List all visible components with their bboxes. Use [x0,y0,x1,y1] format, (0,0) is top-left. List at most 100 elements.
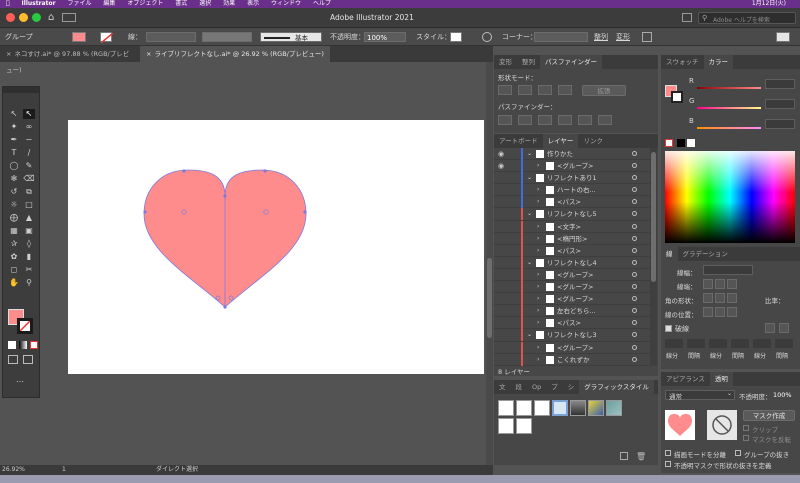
join-round-button[interactable] [715,293,725,303]
style-swatch-3[interactable] [534,400,550,416]
tab-opentype[interactable]: Op [527,380,546,394]
target-circle-icon[interactable] [632,320,637,326]
target-circle-icon[interactable] [632,271,637,277]
target-circle-icon[interactable] [632,211,637,217]
tab-layers[interactable]: レイヤー [542,134,579,148]
layer-row[interactable]: ⌄ リフレクトあり1 [494,172,650,185]
style-swatch-7[interactable] [606,400,622,416]
tab-close-icon[interactable]: × [146,50,151,58]
layer-row[interactable]: ◉ › <グループ> [494,160,650,173]
layer-name[interactable]: <文字> [557,221,581,233]
artboard-tool-icon[interactable]: ◻ [8,265,20,275]
intersect-button[interactable] [538,85,552,95]
gap-field-3[interactable] [775,339,793,348]
expand-chevron-icon[interactable]: › [537,269,539,281]
expand-chevron-icon[interactable]: › [537,245,539,257]
expand-chevron-icon[interactable]: › [537,342,539,354]
channel-g-field[interactable] [765,99,795,109]
layer-row[interactable]: ⌄ リフレクトなし4 [494,256,650,269]
invert-mask-checkbox[interactable] [743,435,749,441]
recolor-icon[interactable] [482,32,492,42]
menu-edit[interactable]: 編集 [103,0,115,7]
graph-tool-icon[interactable]: ▮ [23,252,35,262]
menu-type[interactable]: 書式 [175,0,187,7]
tab-properties[interactable]: プ [546,380,563,394]
cap-butt-button[interactable] [703,279,713,289]
stroke-weight-field[interactable] [146,32,196,42]
channel-r-field[interactable] [765,79,795,89]
minus-back-button[interactable] [598,115,612,125]
warp-tool-icon[interactable]: ☼ [8,200,20,210]
align-link[interactable]: 整列 [594,28,608,46]
expand-chevron-icon[interactable]: › [537,221,539,233]
perspective-tool-icon[interactable]: ▲ [23,213,35,223]
hand-tool-icon[interactable]: ✋ [8,278,20,288]
expand-chevron-icon[interactable]: ⌄ [527,208,532,220]
divide-button[interactable] [498,115,512,125]
dash-preserve-button[interactable] [765,323,775,333]
none-color-icon[interactable] [665,139,673,147]
channel-b-slider[interactable] [697,127,761,129]
tab-paragraph[interactable]: 段 [511,380,528,394]
transparency-opacity-value[interactable]: 100% [773,391,792,399]
isolate-icon[interactable] [642,32,652,42]
join-miter-button[interactable] [703,293,713,303]
mesh-tool-icon[interactable]: ▦ [8,226,20,236]
gap-field-2[interactable] [731,339,749,348]
opacity-mask-knockout-checkbox[interactable] [665,461,671,467]
close-window-icon[interactable] [6,13,15,22]
gap-field-1[interactable] [687,339,705,348]
crop-button[interactable] [558,115,572,125]
blend-tool-icon[interactable]: ◊ [23,239,35,249]
menu-view[interactable]: 表示 [247,0,259,7]
style-swatch-9[interactable] [516,418,532,434]
corner-field[interactable] [534,32,588,42]
transform-link[interactable]: 変形 [616,28,630,46]
style-swatch-default[interactable] [498,400,514,416]
layer-name[interactable]: <グループ> [557,160,594,172]
exclude-button[interactable] [558,85,572,95]
target-circle-icon[interactable] [632,356,637,362]
layer-name[interactable]: リフレクトなし3 [547,329,597,341]
scale-tool-icon[interactable]: ⧉ [23,187,35,197]
layer-name[interactable]: <グループ> [557,342,594,354]
make-mask-button[interactable]: マスク作成 [743,410,795,421]
menu-window[interactable]: ウィンドウ [271,0,301,7]
pencil-tool-icon[interactable]: ✎ [23,161,35,171]
gradient-mode-icon[interactable] [19,341,27,349]
outline-button[interactable] [578,115,592,125]
layer-name[interactable]: <グループ> [557,269,594,281]
knockout-group-checkbox[interactable] [735,450,741,456]
tab-transform[interactable]: 変形 [494,55,517,69]
expand-chevron-icon[interactable]: ⌄ [527,148,532,160]
expand-chevron-icon[interactable]: › [537,184,539,196]
layer-row[interactable]: › <文字> [494,220,650,233]
dashed-line-checkbox[interactable] [665,325,672,332]
dash-field-3[interactable] [753,339,771,348]
tab-live-reflect[interactable]: × ライブリフレクトなし.ai* @ 26.92 % (RGB/プレビュー) [140,46,330,62]
target-circle-icon[interactable] [632,187,637,193]
target-circle-icon[interactable] [632,151,637,156]
eye-icon[interactable]: ◉ [498,160,504,172]
tab-close-icon[interactable]: × [6,50,11,58]
layer-row[interactable]: › <パス> [494,317,650,330]
toolbar-grip[interactable] [3,87,39,93]
tab-gradient[interactable]: グラデーション [678,247,733,261]
layer-row[interactable]: › <楕円形> [494,232,650,245]
tab-pathfinder[interactable]: パスファインダー [540,55,602,69]
slice-tool-icon[interactable]: ✂ [23,265,35,275]
layer-name[interactable]: リフレクトなし5 [547,208,597,220]
isolate-blending-checkbox[interactable] [665,450,671,456]
cap-square-button[interactable] [727,279,737,289]
target-circle-icon[interactable] [632,259,637,265]
style-swatch-6[interactable] [588,400,604,416]
tab-stroke[interactable]: 線 [661,247,678,261]
layer-row[interactable]: ⌄ リフレクトなし5 [494,208,650,221]
menu-object[interactable]: オブジェクト [127,0,163,7]
layer-row[interactable]: ⌄ リフレクトなし3 [494,329,650,342]
expand-chevron-icon[interactable]: › [537,196,539,208]
style-swatch-8[interactable] [498,418,514,434]
align-outside-button[interactable] [727,307,737,317]
layer-name[interactable]: 左右どちら... [557,305,596,317]
layer-row[interactable]: › <グループ> [494,268,650,282]
